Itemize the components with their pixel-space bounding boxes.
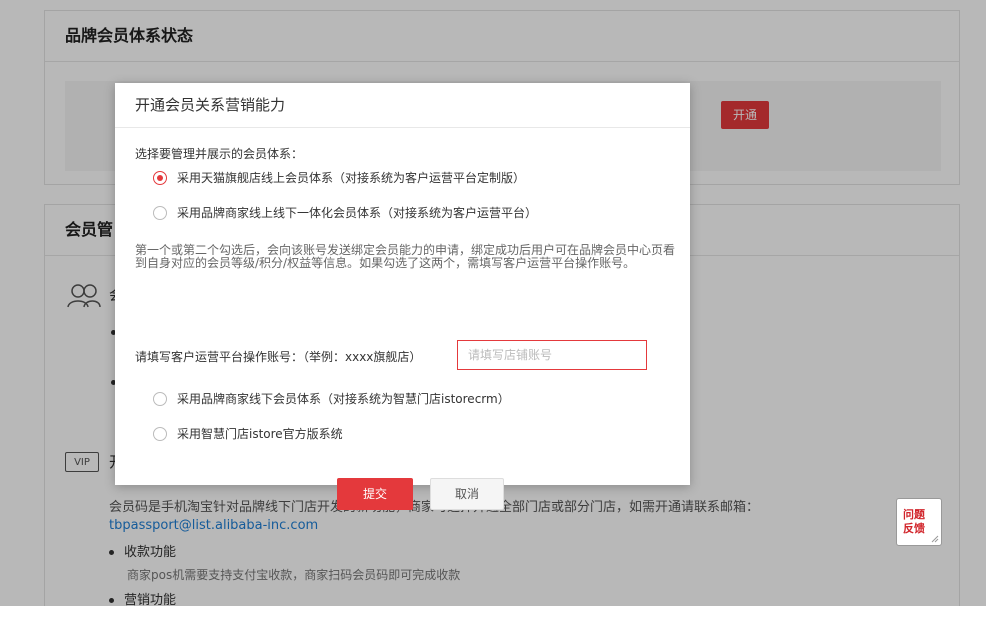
option-tmall-online[interactable]: 采用天猫旗舰店线上会员体系（对接系统为客户运营平台定制版） xyxy=(153,169,525,186)
membership-system-label: 选择要管理并展示的会员体系： xyxy=(135,147,304,161)
feedback-line1: 问题 xyxy=(903,508,925,521)
option-brand-omnichannel[interactable]: 采用品牌商家线上线下一体化会员体系（对接系统为客户运营平台） xyxy=(153,204,537,221)
dialog-title: 开通会员关系营销能力 xyxy=(115,83,690,128)
open-membership-dialog: 开通会员关系营销能力 选择要管理并展示的会员体系： 采用天猫旗舰店线上会员体系（… xyxy=(115,83,690,510)
submit-button[interactable]: 提交 xyxy=(337,478,413,510)
cancel-button[interactable]: 取消 xyxy=(430,478,504,510)
radio-icon[interactable] xyxy=(153,205,167,220)
resize-corner-icon xyxy=(931,535,939,543)
option-label: 采用智慧门店istore官方版系统 xyxy=(177,427,343,441)
radio-checked-icon[interactable] xyxy=(153,170,167,185)
account-label: 请填写客户运营平台操作账号：（举例：xxxx旗舰店） xyxy=(135,350,422,364)
radio-icon[interactable] xyxy=(153,426,167,441)
feedback-button[interactable]: 问题 反馈 xyxy=(896,498,942,546)
option-istore-official[interactable]: 采用智慧门店istore官方版系统 xyxy=(153,425,343,442)
bottom-strip xyxy=(0,606,986,619)
option-label: 采用品牌商家线下会员体系（对接系统为智慧门店istorecrm） xyxy=(177,392,510,406)
option-brand-offline[interactable]: 采用品牌商家线下会员体系（对接系统为智慧门店istorecrm） xyxy=(153,390,510,407)
option-label: 采用品牌商家线上线下一体化会员体系（对接系统为客户运营平台） xyxy=(177,206,538,220)
option-label: 采用天猫旗舰店线上会员体系（对接系统为客户运营平台定制版） xyxy=(177,171,526,185)
account-input[interactable] xyxy=(457,340,647,370)
feedback-line2: 反馈 xyxy=(903,522,925,535)
binding-notice: 第一个或第二个勾选后，会向该账号发送绑定会员能力的申请，绑定成功后用户可在品牌会… xyxy=(135,243,676,270)
radio-icon[interactable] xyxy=(153,391,167,406)
